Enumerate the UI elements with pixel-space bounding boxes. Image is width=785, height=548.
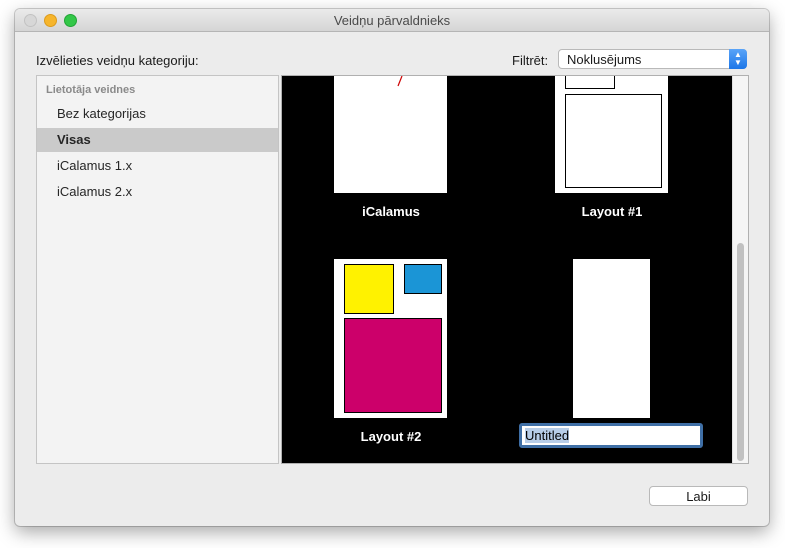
magenta-frame	[344, 318, 442, 413]
yellow-frame	[344, 264, 394, 314]
sidebar-item-all[interactable]: Visas	[37, 128, 278, 152]
sidebar-item-label: iCalamus 1.x	[57, 158, 133, 173]
scrollbar-thumb[interactable]	[737, 243, 744, 461]
template-label: Layout #2	[360, 429, 422, 444]
template-thumbnail-icalamus[interactable]	[334, 76, 447, 193]
gallery-scrollbar[interactable]	[732, 76, 748, 463]
sidebar-item-icalamus-2x[interactable]: iCalamus 2.x	[37, 180, 278, 204]
title-bar: Veidņu pārvaldnieks	[15, 9, 769, 32]
ok-button[interactable]: Labi	[649, 486, 748, 506]
sidebar-item-label: iCalamus 2.x	[57, 184, 133, 199]
sidebar-section-header: Lietotāja veidnes	[46, 84, 136, 96]
template-thumbnail-layout-2[interactable]	[334, 259, 447, 418]
template-name-field[interactable]: Untitled	[519, 423, 703, 448]
template-gallery: iCalamus Layout #1 Layout #2 Untitled	[281, 75, 749, 464]
sidebar-item-icalamus-1x[interactable]: iCalamus 1.x	[37, 154, 278, 178]
filter-select[interactable]: Noklusējums ▲ ▼	[558, 49, 747, 69]
category-list: Lietotāja veidnes Bez kategorijas Visas …	[36, 75, 279, 464]
template-label: iCalamus	[362, 204, 420, 219]
sidebar-item-uncategorized[interactable]: Bez kategorijas	[37, 102, 278, 126]
sidebar-item-label: Visas	[57, 132, 91, 147]
template-thumbnail-layout-1[interactable]	[555, 76, 668, 193]
filter-label: Filtrēt:	[512, 53, 549, 68]
template-manager-window: Veidņu pārvaldnieks Izvēlieties veidņu k…	[15, 9, 769, 526]
filter-selected-value: Noklusējums	[567, 52, 642, 67]
category-prompt-label: Izvēlieties veidņu kategoriju:	[36, 53, 199, 68]
layout-frame	[565, 76, 615, 89]
template-thumbnail-untitled[interactable]	[573, 259, 650, 418]
select-arrows-icon: ▲ ▼	[729, 49, 747, 69]
template-label: Layout #1	[581, 204, 643, 219]
window-title: Veidņu pārvaldnieks	[333, 13, 451, 28]
sidebar-item-label: Bez kategorijas	[57, 106, 146, 121]
template-name-text: Untitled	[525, 428, 570, 443]
blue-frame	[404, 264, 442, 294]
icalamus-logo-mark-icon	[397, 76, 403, 87]
layout-frame	[565, 94, 662, 188]
